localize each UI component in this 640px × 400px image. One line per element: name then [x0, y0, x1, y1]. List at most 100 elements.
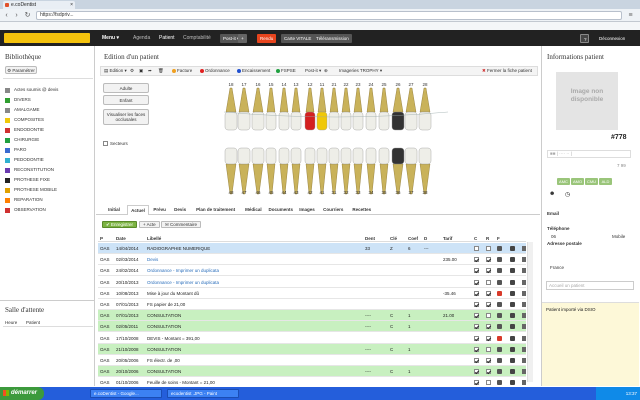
tooth[interactable] — [365, 147, 377, 195]
category-item[interactable]: DIVERS — [5, 96, 31, 104]
comment-icon[interactable] — [510, 257, 515, 263]
app-logo[interactable] — [4, 33, 90, 43]
validated-checkbox[interactable] — [474, 380, 479, 386]
validated-checkbox[interactable] — [474, 313, 479, 319]
tooth[interactable] — [316, 87, 328, 131]
close-tab-icon[interactable]: × — [70, 1, 73, 9]
tooth[interactable] — [278, 87, 290, 131]
comment-icon[interactable] — [510, 268, 515, 274]
settings-icon[interactable]: ⚙ — [130, 67, 134, 75]
flag-icon[interactable] — [497, 324, 502, 330]
table-row[interactable]: OAS 14/04/2014 RADIOGRAPHIE NUMERIQUE 33 Z 6 -… — [98, 243, 526, 254]
tooth[interactable] — [265, 87, 277, 131]
category-item[interactable]: PROTHESE MOBILE — [5, 186, 57, 194]
tooth[interactable] — [237, 147, 251, 195]
flag-icon[interactable] — [497, 302, 502, 307]
category-item[interactable]: ENDODONTIE — [5, 126, 44, 134]
billed-checkbox[interactable] — [486, 246, 491, 251]
validated-checkbox[interactable] — [474, 335, 479, 341]
imageries-button[interactable]: Imageries TROPHY ▾ — [339, 67, 382, 75]
tab-images[interactable]: Images — [296, 205, 318, 215]
comment-icon[interactable] — [510, 358, 515, 363]
tooth[interactable] — [328, 87, 340, 131]
comment-icon[interactable] — [510, 369, 515, 375]
tooth[interactable] — [418, 147, 432, 195]
validated-checkbox[interactable] — [474, 369, 479, 375]
flag-icon[interactable] — [497, 346, 502, 352]
validated-checkbox[interactable] — [474, 257, 479, 263]
flag-icon[interactable] — [497, 246, 502, 251]
dental-chart[interactable] — [220, 78, 452, 200]
tooth[interactable] — [237, 87, 251, 131]
validated-checkbox[interactable] — [474, 246, 479, 251]
trash-icon[interactable] — [522, 380, 526, 386]
flag-icon[interactable] — [497, 358, 502, 363]
flag-icon[interactable] — [497, 380, 502, 386]
table-row[interactable]: OAS 10/08/2013 Mise à jour du Montant dû -3… — [98, 287, 526, 299]
child-mode-button[interactable]: Enfant — [103, 95, 149, 105]
trash-icon[interactable] — [522, 346, 526, 352]
comment-icon[interactable] — [510, 279, 515, 285]
edition-button[interactable]: ▤ Edition ▾ — [104, 67, 127, 75]
tooth[interactable] — [316, 147, 328, 195]
table-row[interactable]: OAS 20/05/2006 FS électr. de ,00 — [98, 355, 526, 366]
configure-button[interactable]: ⚙ Paramétrer — [5, 66, 37, 74]
menu-button[interactable]: Menu ▾ — [102, 30, 119, 46]
logout-link[interactable]: Déconnexion — [596, 34, 628, 43]
table-row[interactable]: OAS 17/10/2008 DEVIS - Montant = 391,00 — [98, 332, 526, 344]
tooth[interactable] — [290, 87, 302, 131]
billed-checkbox[interactable] — [486, 324, 491, 330]
tooth[interactable] — [378, 147, 390, 195]
category-item[interactable]: OBSERVATION — [5, 206, 46, 214]
billed-checkbox[interactable] — [486, 380, 491, 386]
tab-recettes[interactable]: Recettes — [349, 205, 375, 215]
comment-icon[interactable] — [510, 302, 515, 307]
tooth[interactable] — [224, 87, 238, 131]
trash-icon[interactable] — [522, 268, 526, 274]
billed-checkbox[interactable] — [486, 313, 491, 319]
teletransmission-button[interactable]: Téléransmission — [313, 34, 352, 43]
patient-search-input[interactable]: Accueil un patient — [546, 281, 634, 290]
trash-icon[interactable]: 🗑 — [158, 67, 164, 75]
task-paint[interactable]: ecodentist .JPG - Paint — [167, 389, 239, 398]
trash-icon[interactable] — [522, 290, 526, 296]
tooth[interactable] — [340, 87, 352, 131]
tab-actuel[interactable]: Actuel — [127, 205, 149, 215]
facture-button[interactable]: Facture — [172, 67, 192, 75]
task-browser[interactable]: e.coDentist - Google... — [90, 389, 162, 398]
nav-agenda[interactable]: Agenda — [133, 30, 150, 46]
table-row[interactable]: OAS 20/10/2013 Ordonnance - Imprimer un du… — [98, 276, 526, 288]
billed-checkbox[interactable] — [486, 358, 491, 363]
billed-checkbox[interactable] — [486, 279, 491, 285]
add-postit-icon[interactable]: ⊕ — [324, 67, 328, 75]
flag-icon[interactable] — [497, 335, 502, 341]
add-icon[interactable]: + — [238, 34, 247, 43]
trash-icon[interactable] — [522, 335, 526, 341]
tooth[interactable] — [391, 87, 405, 131]
url-input[interactable]: https://fsdpriv... — [36, 11, 622, 20]
save-button[interactable]: ✔ Enregistrer — [102, 221, 138, 228]
category-item[interactable]: AMALGAME — [5, 106, 40, 114]
table-row[interactable]: OAS 07/01/2013 FS papier de 21,00 — [98, 299, 526, 310]
tooth[interactable] — [352, 87, 364, 131]
nav-comptabilite[interactable]: Comptabilité — [183, 30, 211, 46]
help-button[interactable]: ? — [580, 34, 589, 43]
clock-icon[interactable]: ◷ — [565, 191, 570, 198]
reload-icon[interactable]: ↻ — [23, 11, 32, 20]
nav-patient[interactable]: Patient — [159, 30, 175, 46]
table-row[interactable]: OAS 07/01/2013 CONSULTATION ---- C 1 21.00 — [98, 310, 526, 322]
category-item[interactable]: CHIRURGIE — [5, 136, 39, 144]
phone-icon[interactable]: ☻ — [549, 191, 555, 197]
tooth[interactable] — [304, 147, 316, 195]
flag-icon[interactable] — [497, 279, 502, 285]
table-row[interactable]: OAS 24/02/2014 Ordonnance - Imprimer un du… — [98, 265, 526, 277]
flag-icon[interactable] — [497, 268, 502, 274]
validated-checkbox[interactable] — [474, 358, 479, 363]
tab-courriers[interactable]: Courriers — [319, 205, 348, 215]
comment-icon[interactable] — [510, 346, 515, 352]
sectors-checkbox[interactable] — [103, 141, 108, 146]
comment-icon[interactable] — [510, 313, 515, 319]
validated-checkbox[interactable] — [474, 302, 479, 307]
billed-checkbox[interactable] — [486, 346, 491, 352]
occlusal-view-button[interactable]: Visualiser les faces occlusales — [103, 109, 149, 125]
